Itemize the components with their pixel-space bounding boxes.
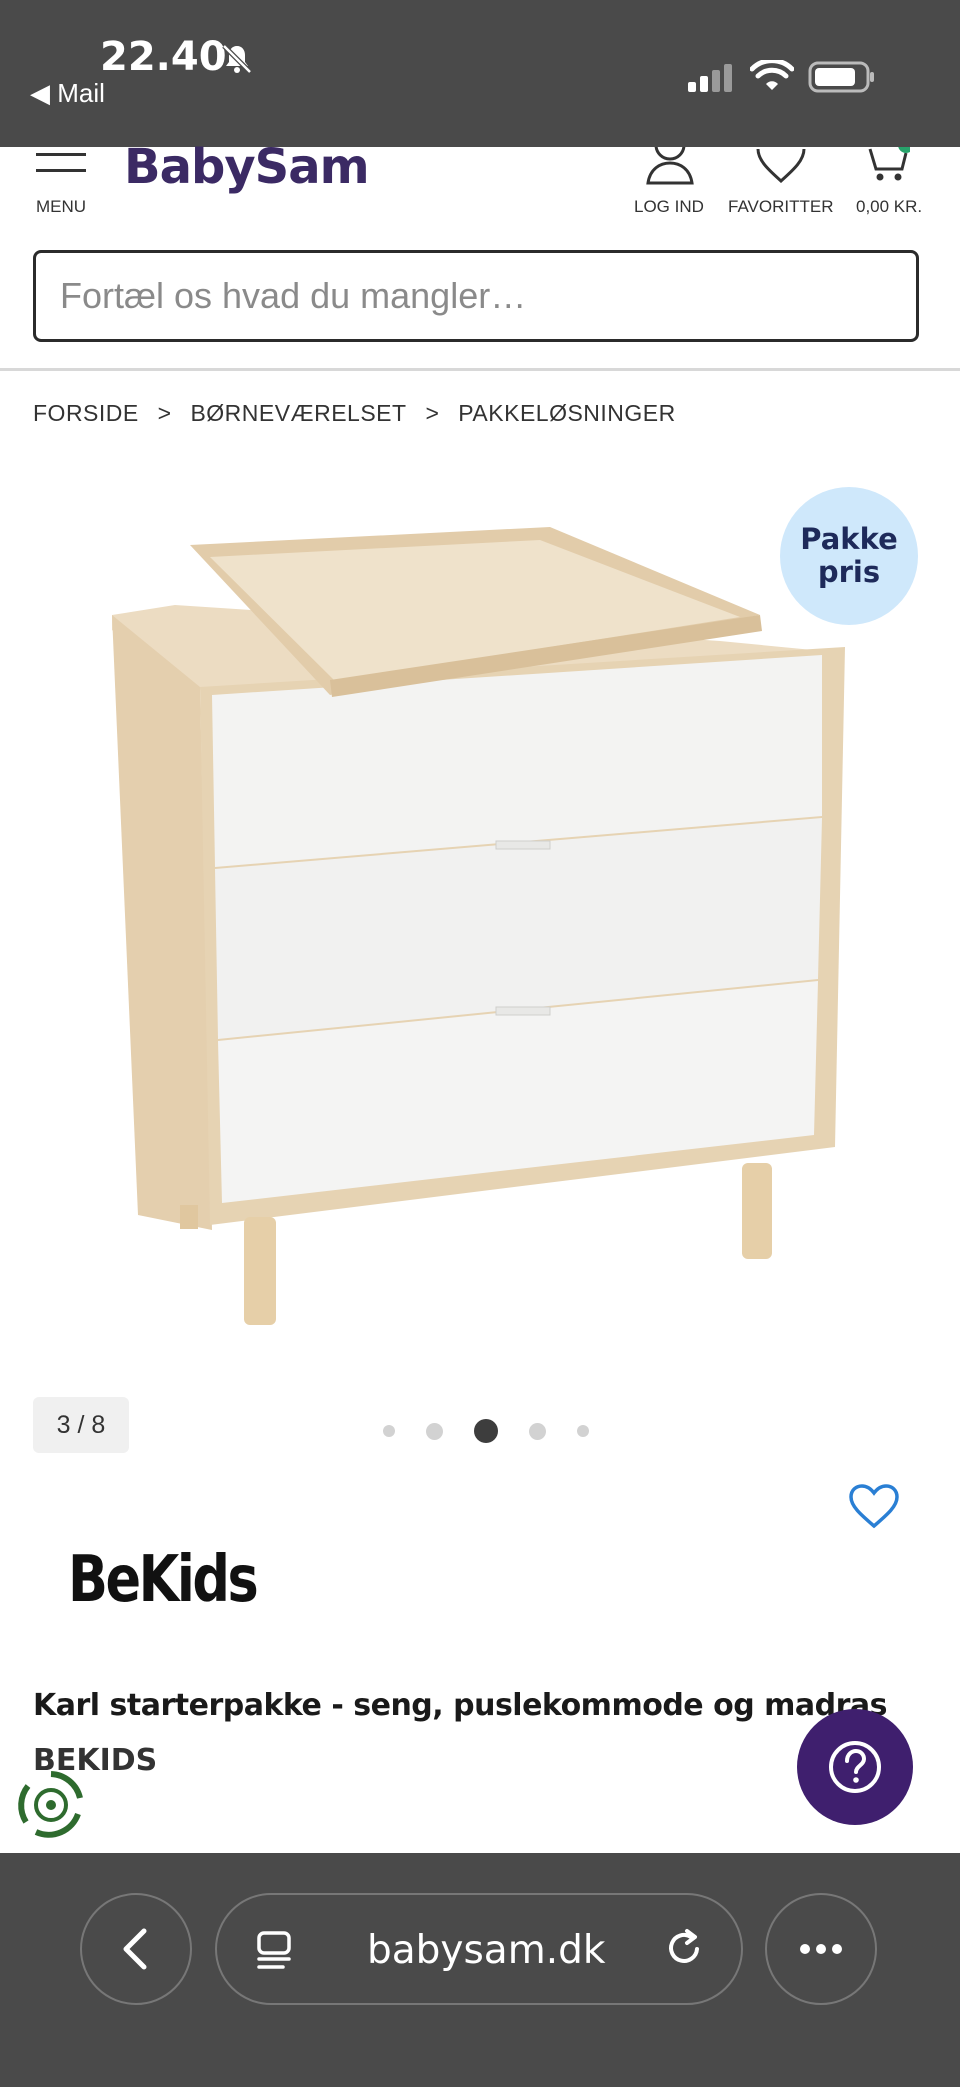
user-icon[interactable] [644,147,696,185]
menu-button[interactable] [36,147,88,185]
header-divider [0,368,960,371]
recycle-icon[interactable] [14,1768,88,1842]
product-image[interactable] [100,505,860,1335]
badge-line-1: Pakke [800,522,898,556]
breadcrumb-packages[interactable]: PAKKELØSNINGER [458,400,675,426]
bell-muted-icon [222,44,252,74]
heart-icon[interactable] [754,147,808,183]
breadcrumb-separator: > [425,400,440,426]
carousel-dot[interactable] [529,1422,546,1440]
search-box[interactable] [33,250,919,342]
breadcrumb-home[interactable]: FORSIDE [33,400,139,426]
add-to-favorites-heart-icon[interactable] [848,1484,900,1530]
question-icon [829,1741,881,1793]
carousel-dot[interactable] [383,1425,395,1437]
carousel-dot[interactable] [426,1422,443,1440]
login-label[interactable]: LOG IND [634,197,704,217]
babysam-logo[interactable]: BabySam [124,139,370,195]
cellular-signal-icon [688,64,732,92]
carousel-dots [383,1419,589,1443]
cart-icon[interactable] [866,147,910,183]
favorites-label[interactable]: FAVORITTER [728,197,833,217]
url-text[interactable]: babysam.dk [367,1928,605,1973]
chevron-left-icon [123,1928,147,1970]
badge-line-2: pris [817,555,881,589]
wifi-icon [750,60,794,90]
browser-toolbar: babysam.dk [0,1853,960,2087]
cart-total-label[interactable]: 0,00 KR. [856,197,922,217]
carousel-dot-active[interactable] [474,1419,498,1443]
status-time: 22.40 [100,34,227,80]
status-bar: 22.40 ◀ Mail [0,0,960,147]
more-dots-icon [800,1944,842,1954]
reader-tabs-icon[interactable] [253,1929,297,1973]
help-button[interactable] [797,1709,913,1825]
site-header: MENU BabySam LOG IND FAVORITTER 0,00 KR. [0,139,960,247]
more-options-button[interactable] [765,1893,877,2005]
menu-bar-icon [36,169,86,172]
address-bar[interactable]: babysam.dk [215,1893,743,2005]
image-counter: 3 / 8 [33,1397,129,1453]
browser-back-button[interactable] [80,1893,192,2005]
carousel-dot[interactable] [577,1425,589,1437]
back-to-mail-link[interactable]: ◀ Mail [30,78,105,109]
battery-icon [808,61,874,93]
product-title: Karl starterpakke - seng, puslekommode o… [33,1688,887,1723]
package-price-badge: Pakke pris [780,487,918,625]
reload-icon[interactable] [663,1927,707,1971]
menu-bar-icon [36,153,86,156]
breadcrumb-nursery[interactable]: BØRNEVÆRELSET [190,400,406,426]
breadcrumb: FORSIDE > BØRNEVÆRELSET > PAKKELØSNINGER [33,400,688,427]
brand-logo[interactable]: BeKids [68,1543,259,1617]
breadcrumb-separator: > [157,400,172,426]
menu-label[interactable]: MENU [36,197,86,217]
search-input[interactable] [36,253,916,339]
